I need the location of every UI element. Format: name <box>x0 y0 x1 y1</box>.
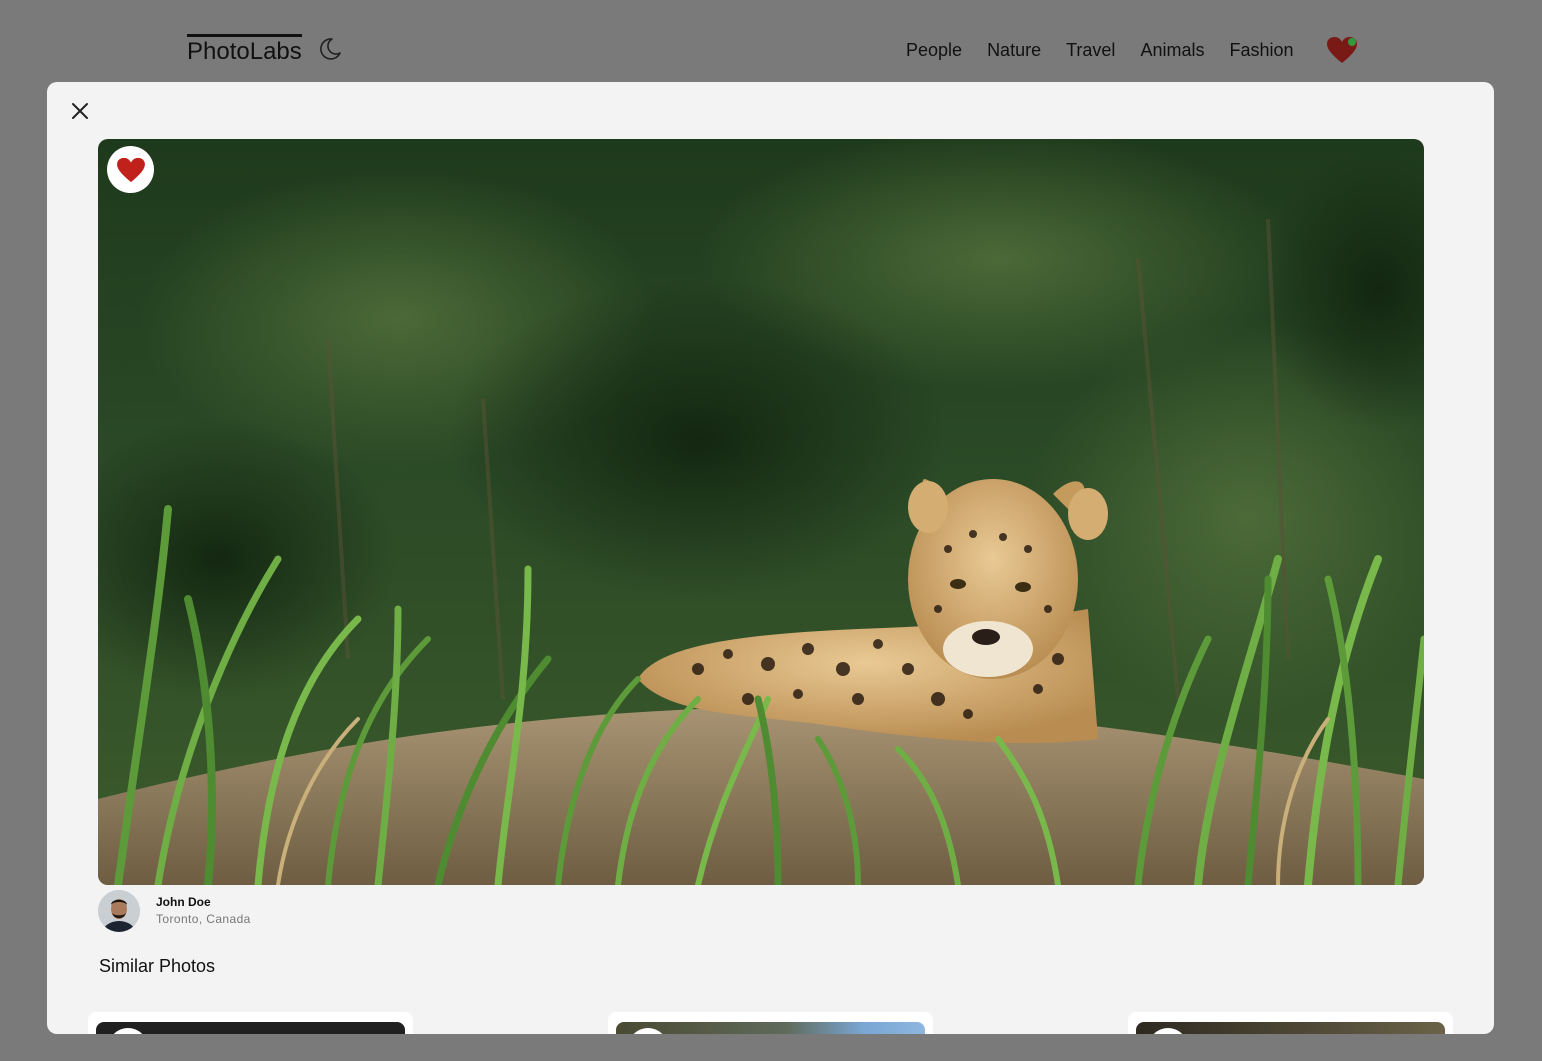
similar-photo-card[interactable] <box>608 1012 933 1034</box>
topic-animals[interactable]: Animals <box>1140 40 1204 61</box>
similar-photos-list <box>88 1012 1468 1034</box>
photo-like-button[interactable] <box>107 146 154 193</box>
topic-people[interactable]: People <box>906 40 962 61</box>
profile-photo-image <box>98 890 140 932</box>
close-icon[interactable] <box>67 98 93 124</box>
topic-nature[interactable]: Nature <box>987 40 1041 61</box>
main-photo <box>98 139 1424 885</box>
favorites-notification-dot <box>1348 38 1356 46</box>
similar-photo-image <box>616 1022 925 1034</box>
similar-like-button[interactable] <box>1148 1028 1188 1034</box>
similar-photos-heading: Similar Photos <box>99 956 216 976</box>
moon-icon[interactable] <box>318 37 342 61</box>
similar-photo-card[interactable] <box>88 1012 413 1034</box>
topic-fashion[interactable]: Fashion <box>1229 40 1293 61</box>
user-location: Toronto, Canada <box>156 912 251 926</box>
topic-list: People Nature Travel Animals Fashion <box>906 40 1294 61</box>
similar-photo-image <box>96 1022 405 1034</box>
similar-photo-card[interactable] <box>1128 1012 1453 1034</box>
top-navigation-bar: PhotoLabs People Nature Travel Animals F… <box>0 0 1542 82</box>
similar-photo-image <box>1136 1022 1445 1034</box>
jaguar-photo-image <box>98 139 1424 885</box>
heart-icon <box>116 157 145 182</box>
avatar[interactable] <box>98 890 140 932</box>
similar-like-button[interactable] <box>628 1028 668 1034</box>
photo-details-modal: John Doe Toronto, Canada Similar Photos <box>47 82 1494 1034</box>
user-name[interactable]: John Doe <box>156 895 211 909</box>
topic-travel[interactable]: Travel <box>1066 40 1115 61</box>
app-logo[interactable]: PhotoLabs <box>187 34 302 65</box>
similar-like-button[interactable] <box>108 1028 148 1034</box>
